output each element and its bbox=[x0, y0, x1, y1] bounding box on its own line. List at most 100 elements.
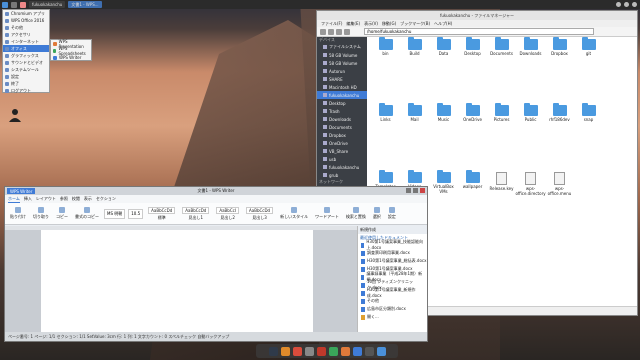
menu-item[interactable]: システムツール bbox=[3, 66, 49, 73]
tab-insert[interactable]: 挿入 bbox=[24, 196, 32, 202]
style-normal[interactable]: AaBbCcDd 標準 bbox=[146, 206, 177, 221]
terminal-icon[interactable] bbox=[11, 1, 17, 8]
file-item[interactable]: wps-office.directory bbox=[515, 171, 546, 239]
mail-icon[interactable] bbox=[316, 346, 326, 356]
find-replace-button[interactable]: 検索と置換 bbox=[344, 207, 368, 221]
file-item[interactable]: Desktop bbox=[458, 37, 487, 99]
sidebar-item[interactable]: Trash bbox=[317, 107, 367, 115]
network-icon[interactable] bbox=[616, 2, 621, 7]
tab-layout[interactable]: レイアウト bbox=[36, 196, 56, 202]
file-item[interactable]: rhf186dev bbox=[545, 103, 574, 165]
firefox-icon[interactable] bbox=[280, 346, 290, 356]
sidebar-item[interactable]: fukuokakanchu bbox=[317, 163, 367, 171]
files-icon[interactable] bbox=[376, 346, 386, 356]
music-icon[interactable] bbox=[292, 346, 302, 356]
file-item[interactable]: Release.key bbox=[487, 171, 516, 239]
path-input[interactable]: /home/fukuokakanchu bbox=[364, 28, 594, 35]
tab-view[interactable]: 表示 bbox=[84, 196, 92, 202]
file-item[interactable]: Music bbox=[429, 103, 458, 165]
sidebar-item[interactable]: ファイルシステム bbox=[317, 43, 367, 51]
submenu-item-spreadsheets[interactable]: WPS Spreadsheets bbox=[51, 46, 91, 56]
writer-brand-button[interactable]: WPS Writer bbox=[7, 188, 36, 194]
file-item[interactable]: wps-office.menu bbox=[545, 171, 574, 239]
sidebar-item[interactable]: 58 GB Volume bbox=[317, 51, 367, 59]
file-item[interactable]: snap bbox=[574, 103, 603, 165]
file-item[interactable]: Data bbox=[429, 37, 458, 99]
menu-bookmarks[interactable]: ブックマーク(B) bbox=[400, 21, 430, 27]
writer-icon[interactable] bbox=[352, 346, 362, 356]
sidebar-item[interactable]: Macintosh HD bbox=[317, 83, 367, 91]
menu-item[interactable]: サウンドとビデオ bbox=[3, 59, 49, 66]
sidebar-item[interactable]: Autorun bbox=[317, 67, 367, 75]
file-item[interactable]: wallpaper bbox=[458, 169, 487, 239]
style-heading2[interactable]: AaBbCcI 見出し2 bbox=[214, 206, 241, 221]
spreadsheet-icon[interactable] bbox=[328, 346, 338, 356]
user-icon[interactable] bbox=[8, 108, 22, 122]
menu-item[interactable]: 終了 bbox=[3, 80, 49, 87]
maximize-icon[interactable] bbox=[413, 188, 418, 193]
document-page[interactable] bbox=[41, 230, 313, 334]
select-button[interactable]: 選択 bbox=[371, 207, 383, 221]
task-file-manager[interactable]: fukuokakanchu bbox=[29, 1, 66, 8]
style-heading3[interactable]: AaBbCcDd 見出し3 bbox=[244, 206, 275, 221]
file-item[interactable]: Documents bbox=[487, 37, 516, 99]
cut-button[interactable]: 切り取り bbox=[31, 207, 51, 221]
new-style-button[interactable]: 新しいスタイル bbox=[278, 207, 310, 221]
sidebar-item[interactable]: SHARE bbox=[317, 75, 367, 83]
back-icon[interactable] bbox=[320, 28, 326, 35]
menu-item[interactable]: グラフィックス bbox=[3, 52, 49, 59]
document-area[interactable] bbox=[5, 226, 357, 334]
close-icon[interactable] bbox=[420, 188, 425, 193]
menu-help[interactable]: ヘルプ(H) bbox=[434, 21, 452, 27]
sidebar-item[interactable]: Downloads bbox=[317, 115, 367, 123]
sidebar-item[interactable]: Dropbox bbox=[317, 131, 367, 139]
file-item[interactable]: bin bbox=[371, 37, 400, 99]
menu-item[interactable]: 設定 bbox=[3, 73, 49, 80]
home-icon[interactable] bbox=[344, 28, 350, 35]
font-select[interactable]: MS 明朝 bbox=[104, 208, 126, 219]
menu-item-office[interactable]: オフィス bbox=[3, 45, 49, 52]
menu-edit[interactable]: 編集(E) bbox=[346, 21, 360, 27]
file-item[interactable]: Downloads bbox=[516, 37, 545, 99]
copy-button[interactable]: コピー bbox=[54, 207, 70, 221]
recent-document[interactable]: H30第1号議案事業_技能認能向上.docx bbox=[358, 239, 427, 250]
menu-item[interactable]: Chromium アプリ bbox=[3, 10, 49, 17]
menu-item[interactable]: WPS Office 2016 bbox=[3, 17, 49, 24]
menu-icon[interactable] bbox=[2, 1, 8, 8]
tab-home[interactable]: ホーム bbox=[8, 196, 20, 203]
settings-button[interactable]: 設定 bbox=[386, 207, 398, 221]
task-writer[interactable]: 文書1 - WPS... bbox=[68, 1, 102, 8]
menu-item[interactable]: その他 bbox=[3, 24, 49, 31]
font-size-select[interactable]: 10.5 bbox=[128, 208, 144, 219]
style-heading1[interactable]: AaBbCcDd 見出し1 bbox=[180, 206, 211, 221]
menu-item[interactable]: インターネット bbox=[3, 38, 49, 45]
sidebar-item[interactable]: 58 GB Volume bbox=[317, 59, 367, 67]
file-item[interactable]: Build bbox=[400, 37, 429, 99]
recent-document[interactable]: H30第1号議案事業_新規作成.docx bbox=[358, 287, 427, 298]
up-icon[interactable] bbox=[336, 28, 342, 35]
recent-document[interactable]: H30第1号議案事業_総括表.docx bbox=[358, 257, 427, 265]
clock-icon[interactable] bbox=[632, 2, 637, 7]
sidebar-item[interactable]: Documents bbox=[317, 123, 367, 131]
browser-icon[interactable] bbox=[20, 1, 26, 8]
presentation-icon[interactable] bbox=[340, 346, 350, 356]
sidebar-item-home[interactable]: fukuokakanchu bbox=[317, 91, 367, 99]
sidebar-item[interactable]: grub bbox=[317, 171, 367, 179]
menu-view[interactable]: 表示(V) bbox=[364, 21, 378, 27]
settings-icon[interactable] bbox=[364, 346, 374, 356]
file-item[interactable]: Public bbox=[516, 103, 545, 165]
file-item[interactable]: git bbox=[574, 37, 603, 99]
recent-document[interactable]: 広島市区分類別.docx bbox=[358, 305, 427, 313]
sidebar-item[interactable]: usb bbox=[317, 155, 367, 163]
sidebar-item[interactable]: VB_Share bbox=[317, 147, 367, 155]
menu-item[interactable]: アクセサリ bbox=[3, 31, 49, 38]
open-button[interactable]: 開く... bbox=[358, 313, 427, 321]
file-item[interactable]: OneDrive bbox=[458, 103, 487, 165]
file-item[interactable]: Links bbox=[371, 103, 400, 165]
forward-icon[interactable] bbox=[328, 28, 334, 35]
file-item[interactable]: Mail bbox=[400, 103, 429, 165]
minimize-icon[interactable] bbox=[406, 188, 411, 193]
menu-item[interactable]: ログアウト bbox=[3, 87, 49, 94]
file-item[interactable]: Pictures bbox=[487, 103, 516, 165]
menu-go[interactable]: 移動(G) bbox=[382, 21, 396, 27]
